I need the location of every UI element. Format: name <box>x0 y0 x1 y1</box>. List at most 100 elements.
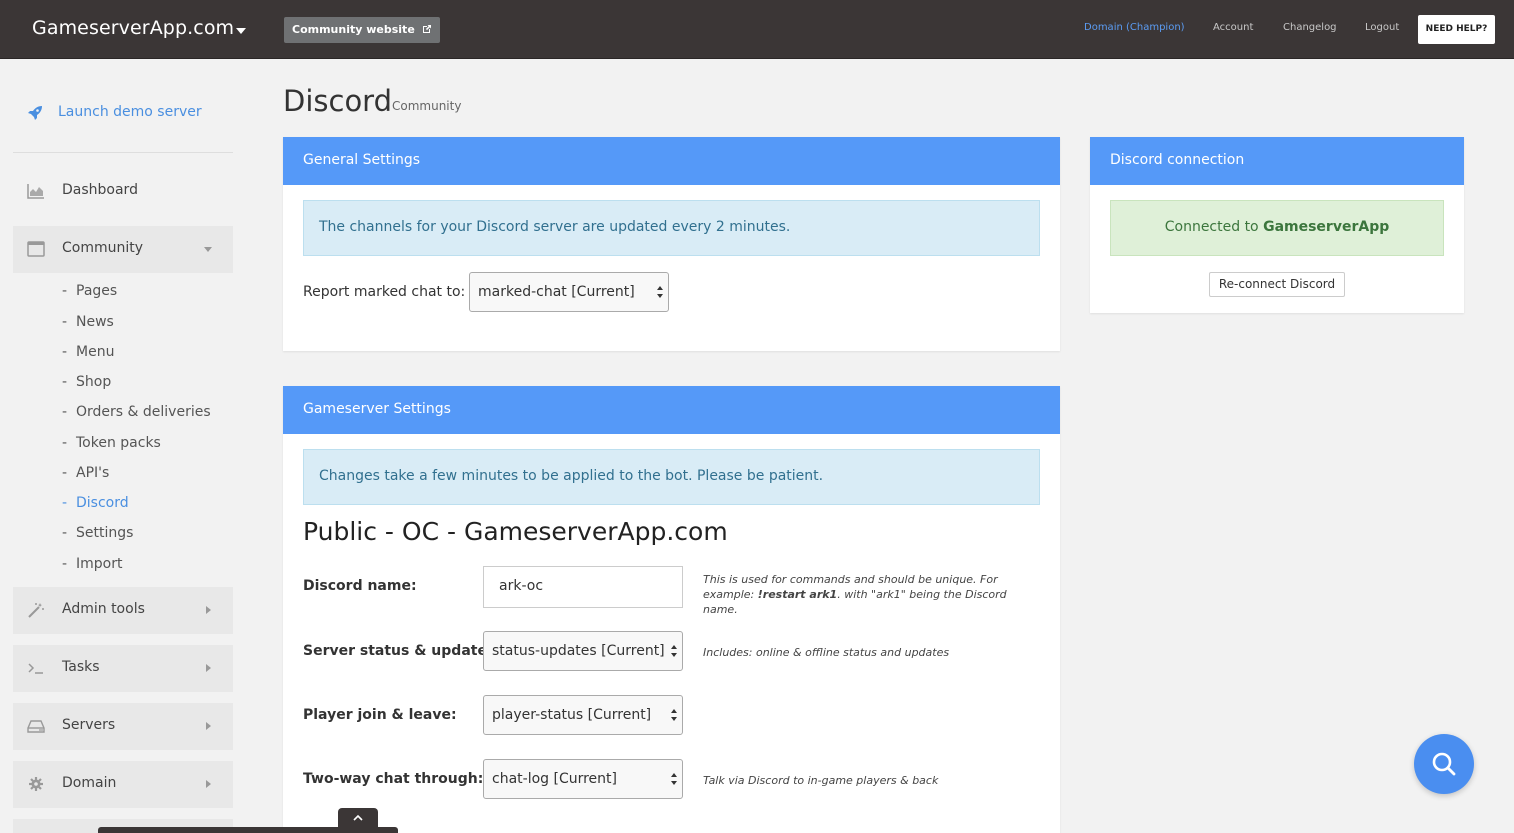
discord-name-input[interactable]: ark-oc <box>483 566 683 608</box>
report-chat-label: Report marked chat to: <box>303 284 466 300</box>
sidebar-subitem-apis[interactable]: - API's <box>62 465 109 481</box>
sidebar-item-admin-tools[interactable]: Admin tools <box>13 587 233 634</box>
general-settings-panel: General Settings The channels for your D… <box>283 137 1060 351</box>
panel-title: Gameserver Settings <box>303 401 451 417</box>
sidebar-subitem-menu[interactable]: - Menu <box>62 344 114 360</box>
rocket-icon <box>26 104 44 126</box>
area-chart-icon <box>27 183 45 199</box>
select-value: marked-chat [Current] <box>478 284 635 300</box>
chevron-right-icon <box>206 722 211 730</box>
input-value: ark-oc <box>499 578 544 594</box>
player-join-label: Player join & leave: <box>303 707 457 723</box>
sidebar-subitem-discord[interactable]: - Discord <box>62 495 129 511</box>
discord-connection-panel: Discord connection Connected to Gameserv… <box>1090 137 1464 313</box>
report-chat-select[interactable]: marked-chat [Current] <box>469 272 669 312</box>
subitem-label: Import <box>76 556 123 572</box>
subitem-label: Menu <box>76 344 115 360</box>
panel-header: Gameserver Settings <box>283 386 1060 434</box>
sidebar-item-domain[interactable]: Domain <box>13 761 233 808</box>
sidebar-subitem-settings[interactable]: - Settings <box>62 525 133 541</box>
subitem-label: News <box>76 314 114 330</box>
community-website-label: Community website <box>292 23 415 36</box>
discord-name-hint: This is used for commands and should be … <box>703 572 1043 617</box>
panel-header: General Settings <box>283 137 1060 185</box>
sidebar-subitem-shop[interactable]: - Shop <box>62 374 111 390</box>
select-value: status-updates [Current] <box>492 643 665 659</box>
two-way-chat-hint: Talk via Discord to in-game players & ba… <box>703 774 939 787</box>
panel-header: Discord connection <box>1090 137 1464 185</box>
select-arrows-icon <box>657 286 663 298</box>
sidebar-divider <box>13 152 233 153</box>
chevron-right-icon <box>206 664 211 672</box>
brand-dropdown-caret-icon[interactable] <box>236 28 246 34</box>
nav-domain-link[interactable]: Domain (Champion) <box>1084 22 1185 33</box>
subitem-label: Discord <box>76 495 129 511</box>
gear-icon <box>27 776 45 792</box>
sidebar-item-label: Community <box>62 240 144 256</box>
community-website-button[interactable]: Community website <box>284 17 440 43</box>
nav-changelog-link[interactable]: Changelog <box>1283 22 1337 33</box>
sidebar-subitem-token-packs[interactable]: - Token packs <box>62 435 161 451</box>
page-title: Discord <box>283 84 393 118</box>
panel-title: Discord connection <box>1110 152 1245 168</box>
info-alert: Changes take a few minutes to be applied… <box>303 449 1040 505</box>
subitem-label: Token packs <box>76 435 161 451</box>
sidebar-item-label: Servers <box>62 717 116 733</box>
hard-drive-icon <box>27 718 45 734</box>
sidebar-item-label: Tasks <box>62 659 100 675</box>
subitem-label: Pages <box>76 283 118 299</box>
hint-text: example: <box>703 588 758 601</box>
chevron-right-icon <box>206 606 211 614</box>
nav-logout-link[interactable]: Logout <box>1365 22 1399 33</box>
brand-title[interactable]: GameserverApp.com <box>32 17 234 39</box>
external-link-icon <box>422 24 432 34</box>
nav-account-link[interactable]: Account <box>1213 22 1253 33</box>
terminal-icon <box>27 660 45 676</box>
search-icon <box>1432 752 1456 776</box>
discord-name-label: Discord name: <box>303 578 417 594</box>
two-way-chat-select[interactable]: chat-log [Current] <box>483 759 683 799</box>
need-help-button[interactable]: NEED HELP? <box>1418 15 1495 44</box>
server-status-label: Server status & updates: <box>303 643 501 659</box>
sidebar-item-servers[interactable]: Servers <box>13 703 233 750</box>
page-subtitle: Community <box>392 99 462 113</box>
sidebar-item-label: Domain <box>62 775 117 791</box>
subitem-label: Shop <box>76 374 112 390</box>
sidebar-subitem-import[interactable]: - Import <box>62 556 122 572</box>
select-arrows-icon <box>671 709 677 721</box>
sidebar-item-tasks[interactable]: Tasks <box>13 645 233 692</box>
sidebar-item-label: Admin tools <box>62 601 145 617</box>
server-status-select[interactable]: status-updates [Current] <box>483 631 683 671</box>
window-icon <box>27 241 45 257</box>
subitem-label: API's <box>76 465 110 481</box>
info-alert-text: Changes take a few minutes to be applied… <box>319 468 824 484</box>
bottom-drawer-toggle[interactable] <box>338 808 378 830</box>
magic-wand-icon <box>27 602 45 618</box>
top-navbar: GameserverApp.com Community website Doma… <box>0 0 1514 59</box>
select-value: player-status [Current] <box>492 707 652 723</box>
chevron-down-icon <box>204 247 212 252</box>
search-help-button[interactable] <box>1414 734 1474 794</box>
server-title: Public - OC - GameserverApp.com <box>303 517 728 546</box>
sidebar-item-community[interactable]: Community <box>13 226 233 273</box>
subitem-label: Orders & deliveries <box>76 404 211 420</box>
subitem-label: Settings <box>76 525 134 541</box>
two-way-chat-label: Two-way chat through: <box>303 771 484 787</box>
server-status-hint: Includes: online & offline status and up… <box>703 646 950 659</box>
player-join-select[interactable]: player-status [Current] <box>483 695 683 735</box>
status-prefix: Connected to <box>1164 219 1264 235</box>
chevron-right-icon <box>206 780 211 788</box>
connection-status-alert: Connected to GameserverApp <box>1110 200 1444 256</box>
sidebar-subitem-pages[interactable]: - Pages <box>62 283 117 299</box>
sidebar-subitem-orders[interactable]: - Orders & deliveries <box>62 404 211 420</box>
select-arrows-icon <box>671 645 677 657</box>
sidebar-item-dashboard[interactable]: Dashboard <box>13 168 233 215</box>
sidebar-subitem-news[interactable]: - News <box>62 314 114 330</box>
reconnect-discord-button[interactable]: Re-connect Discord <box>1209 272 1345 297</box>
info-alert-text: The channels for your Discord server are… <box>319 219 791 235</box>
info-alert: The channels for your Discord server are… <box>303 200 1040 256</box>
select-arrows-icon <box>671 773 677 785</box>
hint-line: This is used for commands and should be … <box>703 573 998 586</box>
panel-title: General Settings <box>303 152 421 168</box>
launch-demo-server-label: Launch demo server <box>58 104 202 120</box>
